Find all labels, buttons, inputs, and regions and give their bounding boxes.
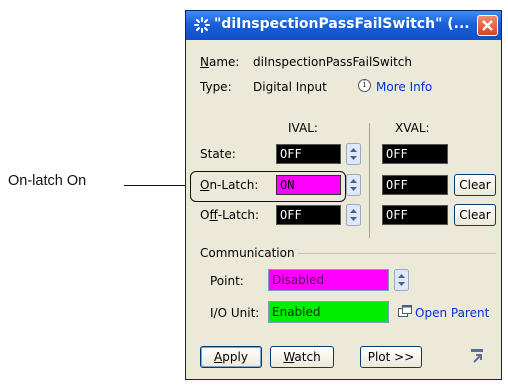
title-bar[interactable]: "diInspectionPassFailSwitch" (... [186,11,501,40]
off-latch-label: Off-Latch: [200,208,260,222]
close-button[interactable] [477,15,498,36]
column-divider [369,123,370,238]
callout-label: On-latch On [8,173,87,189]
spinner-icon [194,17,210,33]
on-latch-xval-field[interactable]: OFF [382,175,448,195]
callout-line [124,185,188,186]
point-label: Point: [210,274,244,288]
off-latch-xval-field[interactable]: OFF [382,205,448,225]
plot-button[interactable]: Plot >> [360,346,422,368]
communication-header: Communication [200,246,295,260]
name-label: Name: [200,55,240,69]
window-title: "diInspectionPassFailSwitch" (... [214,16,470,32]
point-spinner-icon[interactable] [394,269,409,291]
on-latch-clear-button[interactable]: Clear [454,174,496,196]
type-value: Digital Input [253,80,327,94]
pin-icon[interactable] [470,348,484,364]
more-info-link[interactable]: More Info [376,80,432,94]
state-xval-field[interactable]: OFF [382,144,448,164]
apply-button[interactable]: Apply [200,346,262,368]
watch-button[interactable]: Watch [270,346,334,368]
info-icon[interactable]: i [358,79,371,92]
ival-header: IVAL: [288,121,318,135]
io-unit-label: I/O Unit: [210,306,260,320]
off-latch-ival-field[interactable]: OFF [276,205,341,225]
state-label: State: [200,147,236,161]
on-latch-spinner-icon[interactable] [346,174,361,196]
point-status-field[interactable]: Disabled [268,269,389,291]
type-label: Type: [200,80,232,94]
state-spinner-icon[interactable] [346,143,361,165]
off-latch-spinner-icon[interactable] [346,204,361,226]
xval-header: XVAL: [395,121,430,135]
off-latch-clear-button[interactable]: Clear [454,204,496,226]
io-unit-status-field[interactable]: Enabled [268,301,389,323]
close-icon [482,20,493,31]
open-parent-icon[interactable] [398,305,412,318]
state-ival-field[interactable]: OFF [276,144,341,164]
open-parent-link[interactable]: Open Parent [415,306,489,320]
callout-highlight [190,171,346,202]
name-value: diInspectionPassFailSwitch [253,55,412,69]
communication-separator [298,253,496,254]
